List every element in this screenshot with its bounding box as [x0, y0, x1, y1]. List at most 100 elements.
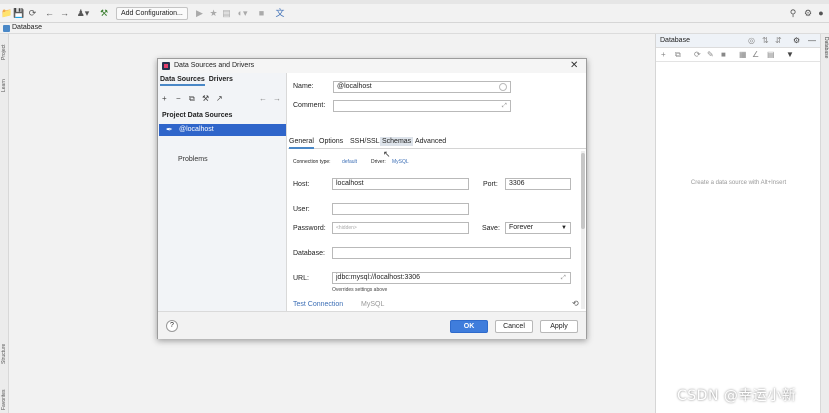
- add-icon[interactable]: +: [162, 94, 167, 104]
- password-label: Password:: [293, 225, 326, 232]
- stop-icon[interactable]: ■: [257, 6, 266, 20]
- database-label: Database:: [293, 250, 325, 257]
- forward-icon[interactable]: →: [273, 94, 281, 104]
- help-button[interactable]: ?: [166, 320, 178, 332]
- data-source-item-localhost[interactable]: ✒ @localhost: [159, 124, 286, 136]
- close-icon[interactable]: ✕: [570, 60, 578, 71]
- table-icon[interactable]: ▦: [739, 50, 747, 60]
- main-toolbar: 📁 💾 ⟳ ← → ♟▾ ⚒ Add Configuration... ▶ ★ …: [0, 4, 829, 23]
- tab-general[interactable]: General: [289, 138, 314, 149]
- driver-link[interactable]: MySQL: [392, 159, 409, 165]
- refresh-icon[interactable]: ⟳: [694, 50, 701, 60]
- host-label: Host:: [293, 181, 310, 188]
- datagrip-app-icon: [162, 62, 170, 70]
- tab-advanced[interactable]: Advanced: [415, 138, 446, 145]
- sync-icon[interactable]: ⟳: [28, 6, 37, 20]
- tab-schemas[interactable]: Schemas: [380, 137, 414, 146]
- cancel-button[interactable]: Cancel: [495, 320, 533, 333]
- tab-drivers[interactable]: Drivers: [209, 76, 233, 83]
- edit-icon[interactable]: ∠: [752, 50, 759, 60]
- driver-label: Driver:: [371, 159, 386, 165]
- settings-icon[interactable]: ⚙: [803, 6, 813, 20]
- problems-item[interactable]: Problems: [178, 156, 208, 163]
- project-data-sources-heading: Project Data Sources: [162, 112, 233, 119]
- translate-icon[interactable]: 文: [275, 6, 285, 20]
- host-input[interactable]: localhost: [332, 178, 469, 190]
- back-icon[interactable]: ←: [45, 6, 54, 20]
- globe-icon[interactable]: ◎: [748, 36, 755, 46]
- search-icon[interactable]: ⚲: [788, 6, 798, 20]
- port-input[interactable]: 3306: [505, 178, 571, 190]
- database-panel-toolbar: + ⧉ ⟳ ✎ ■ ▦ ∠ ▤ ▼: [656, 49, 821, 62]
- right-tool-strip: Database: [820, 34, 829, 413]
- avatar-icon[interactable]: ●: [816, 6, 826, 20]
- tab-options[interactable]: Options: [319, 138, 343, 145]
- name-input[interactable]: @localhost: [333, 81, 511, 93]
- left-tool-strip: Project Learn Structure Favorites: [0, 34, 9, 413]
- url-hint: Overrides settings above: [332, 287, 388, 293]
- forward-icon[interactable]: →: [60, 6, 69, 20]
- favorites-tool-tab[interactable]: Favorites: [1, 389, 7, 410]
- add-icon[interactable]: +: [661, 50, 666, 60]
- dialog-title: Data Sources and Drivers: [174, 62, 255, 69]
- add-configuration-button[interactable]: Add Configuration...: [116, 7, 188, 20]
- user-input[interactable]: [332, 203, 469, 215]
- stop-icon[interactable]: ■: [721, 50, 726, 60]
- data-sources-sidebar: Data Sources Drivers + − ⧉ ⚒ ↗ ← → Projec…: [158, 73, 287, 311]
- run-icon[interactable]: ▶: [195, 6, 204, 20]
- breadcrumb: Database: [0, 23, 829, 34]
- database-empty-hint: Create a data source with Alt+Insert: [690, 180, 787, 186]
- make-global-icon[interactable]: ↗: [216, 94, 223, 104]
- comment-label: Comment:: [293, 102, 326, 109]
- password-input[interactable]: <hidden>: [332, 222, 469, 234]
- settings-scrollbar[interactable]: [581, 151, 585, 309]
- learn-tool-tab[interactable]: Learn: [1, 79, 7, 92]
- user-label: User:: [293, 206, 310, 213]
- save-select[interactable]: Forever ▼: [505, 222, 571, 234]
- test-connection-link[interactable]: Test Connection: [293, 301, 343, 308]
- apply-button[interactable]: Apply: [540, 320, 578, 333]
- scrollbar-thumb[interactable]: [581, 153, 585, 229]
- database-tool-tab[interactable]: Database: [823, 37, 829, 58]
- settings-icon[interactable]: ⚙: [793, 36, 800, 46]
- vcs-icon[interactable]: ♟▾: [75, 6, 91, 20]
- duplicate-icon[interactable]: ⧉: [189, 94, 195, 104]
- remove-icon[interactable]: −: [176, 94, 181, 104]
- data-sources-dialog: Data Sources and Drivers ✕ Data Sources D…: [157, 58, 587, 339]
- comment-input[interactable]: [333, 100, 511, 112]
- name-label: Name:: [293, 83, 314, 90]
- breadcrumb-label[interactable]: Database: [12, 24, 42, 31]
- expand-icon[interactable]: ⇵: [775, 36, 782, 46]
- tab-data-sources[interactable]: Data Sources: [160, 76, 205, 86]
- ok-button[interactable]: OK: [450, 320, 488, 333]
- connection-type-label: Connection type:: [293, 159, 331, 165]
- mysql-icon: ✒: [166, 125, 173, 134]
- database-panel-header: Database ◎ ⇅ ⇵ ⚙ —: [656, 34, 821, 48]
- data-source-settings: Name: @localhost Comment: ⤢ General Opti…: [288, 73, 586, 311]
- properties-icon[interactable]: ✎: [707, 50, 714, 60]
- settings-tabs: General Options SSH/SSL Schemas Advanced: [288, 135, 586, 149]
- build-icon[interactable]: ⚒: [99, 6, 109, 20]
- minimize-icon[interactable]: —: [808, 36, 816, 46]
- coverage-icon[interactable]: ▤: [222, 6, 231, 20]
- tab-ssh-ssl[interactable]: SSH/SSL: [350, 138, 380, 145]
- wrench-icon[interactable]: ⚒: [202, 94, 209, 104]
- structure-tool-tab[interactable]: Structure: [1, 344, 7, 364]
- filter-icon[interactable]: ▼: [786, 50, 794, 60]
- url-input[interactable]: jdbc:mysql://localhost:3306: [332, 272, 571, 284]
- debug-icon[interactable]: ★: [209, 6, 218, 20]
- expand-field-icon[interactable]: ⤢: [561, 273, 566, 283]
- connection-type-link[interactable]: default: [342, 159, 357, 165]
- reset-icon[interactable]: ⟲: [572, 299, 579, 309]
- folder-icon[interactable]: 📁: [1, 6, 12, 20]
- copy-icon[interactable]: ⧉: [675, 50, 681, 60]
- expand-field-icon[interactable]: ⤢: [502, 101, 507, 111]
- color-picker-icon[interactable]: [499, 83, 507, 91]
- profile-icon[interactable]: ◐▾: [236, 6, 249, 20]
- collapse-icon[interactable]: ⇅: [762, 36, 769, 46]
- console-icon[interactable]: ▤: [767, 50, 775, 60]
- save-icon[interactable]: 💾: [13, 6, 24, 20]
- database-input[interactable]: [332, 247, 571, 259]
- project-tool-tab[interactable]: Project: [1, 44, 7, 60]
- back-icon[interactable]: ←: [259, 94, 267, 104]
